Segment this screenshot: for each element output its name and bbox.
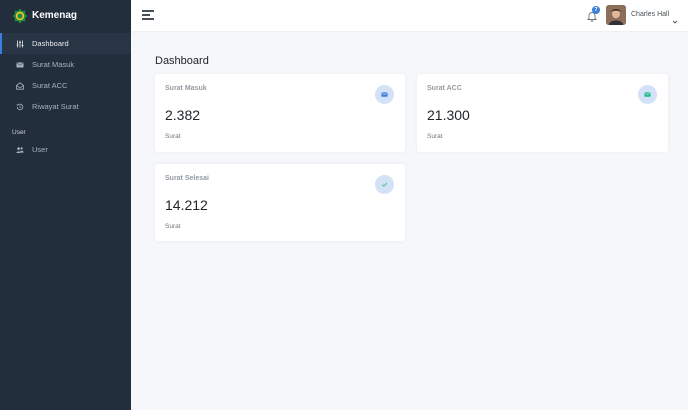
card-title: Surat ACC [427, 85, 462, 92]
sidebar-item-label: Surat Masuk [32, 60, 75, 69]
envelope-icon [375, 85, 394, 104]
sidebar-item-surat-acc[interactable]: Surat ACC [0, 75, 131, 96]
avatar[interactable] [606, 5, 626, 25]
page-title: Dashboard [155, 55, 209, 67]
card-unit: Surat [427, 133, 443, 140]
sidebar-section-header: User [12, 128, 26, 136]
stat-card-surat-masuk: Surat Masuk 2.382 Surat [155, 74, 405, 152]
sidebar: Kemenag Dashboard Surat Masuk Surat ACC … [0, 0, 131, 410]
card-title: Surat Masuk [165, 85, 207, 92]
brand-name: Kemenag [32, 10, 78, 21]
stat-card-surat-acc: Surat ACC 21.300 Surat [417, 74, 668, 152]
sidebar-nav: Dashboard Surat Masuk Surat ACC Riwayat … [0, 33, 131, 160]
envelope-icon [638, 85, 657, 104]
history-icon [16, 103, 28, 111]
card-value: 21.300 [427, 107, 470, 123]
envelope-icon [16, 61, 28, 69]
card-value: 2.382 [165, 107, 201, 123]
stat-card-surat-selesai: Surat Selesai 14.212 Surat [155, 164, 405, 241]
kemenag-logo-icon [12, 8, 28, 24]
user-name[interactable]: Charles Hall [631, 11, 669, 18]
topbar: 7 Charles Hall [131, 0, 688, 31]
sidebar-item-user[interactable]: User [0, 139, 131, 160]
card-title: Surat Selesai [165, 175, 209, 182]
sidebar-item-label: Surat ACC [32, 81, 68, 90]
chevron-down-icon[interactable] [672, 12, 678, 24]
sidebar-item-label: Riwayat Surat [32, 102, 79, 111]
card-value: 14.212 [165, 197, 208, 213]
sidebar-item-label: Dashboard [32, 39, 69, 48]
sliders-icon [16, 40, 28, 48]
check-icon [375, 175, 394, 194]
sidebar-item-surat-masuk[interactable]: Surat Masuk [0, 54, 131, 75]
sidebar-toggle-icon[interactable] [142, 10, 154, 20]
card-unit: Surat [165, 223, 181, 230]
sidebar-item-dashboard[interactable]: Dashboard [0, 33, 131, 54]
notification-badge: 7 [592, 6, 600, 14]
card-unit: Surat [165, 133, 181, 140]
sidebar-item-riwayat-surat[interactable]: Riwayat Surat [0, 96, 131, 117]
users-icon [16, 146, 28, 154]
envelope-open-icon [16, 81, 28, 90]
brand[interactable]: Kemenag [0, 0, 131, 31]
sidebar-item-label: User [32, 145, 48, 154]
